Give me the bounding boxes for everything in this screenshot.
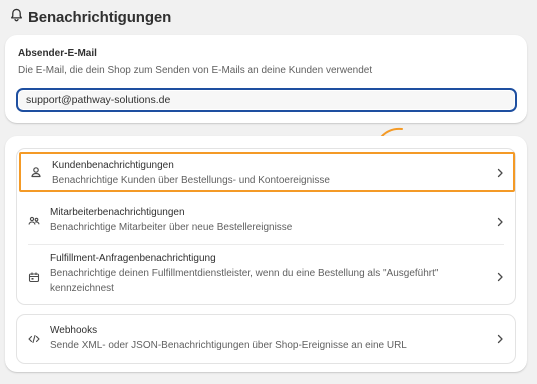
staff-notifications-row[interactable]: Mitarbeiterbenachrichtigungen Benachrich…	[17, 198, 515, 244]
page-header: Benachrichtigungen	[10, 6, 171, 28]
code-icon	[28, 333, 40, 345]
fulfillment-notifications-description: Benachrichtige deinen Fulfillmentdienstl…	[50, 268, 439, 279]
fulfillment-notifications-title: Fulfillment-Anfragenbenachrichtigung	[50, 253, 216, 264]
sender-email-description: Die E-Mail, die dein Shop zum Senden von…	[18, 65, 373, 76]
sender-email-card: Absender-E-Mail Die E-Mail, die dein Sho…	[5, 35, 527, 123]
fulfillment-notifications-description-continued: kennzeichnest	[50, 283, 114, 294]
divider	[28, 244, 504, 245]
staff-notifications-description: Benachrichtige Mitarbeiter über neue Bes…	[50, 222, 293, 233]
staff-notifications-title: Mitarbeiterbenachrichtigungen	[50, 207, 185, 218]
staff-icon	[28, 215, 40, 227]
person-icon	[30, 166, 42, 178]
customer-notifications-description: Benachrichtige Kunden über Bestellungs- …	[52, 175, 330, 186]
customer-notifications-title: Kundenbenachrichtigungen	[52, 160, 174, 171]
sender-email-label: Absender-E-Mail	[18, 48, 97, 59]
webhooks-description: Sende XML- oder JSON-Benachrichtigungen …	[50, 340, 407, 351]
customer-notifications-row[interactable]: Kundenbenachrichtigungen Benachrichtige …	[19, 152, 515, 192]
chevron-right-icon	[496, 168, 504, 178]
notification-group: Kundenbenachrichtigungen Benachrichtige …	[16, 148, 516, 305]
chevron-right-icon	[496, 334, 504, 344]
chevron-right-icon	[496, 272, 504, 282]
fulfillment-icon	[28, 271, 40, 283]
notifications-card: Kundenbenachrichtigungen Benachrichtige …	[5, 136, 527, 372]
sender-email-input[interactable]	[16, 88, 517, 112]
webhooks-row[interactable]: Webhooks Sende XML- oder JSON-Benachrich…	[17, 315, 515, 363]
chevron-right-icon	[496, 217, 504, 227]
webhooks-group: Webhooks Sende XML- oder JSON-Benachrich…	[16, 314, 516, 364]
bell-icon	[10, 8, 23, 27]
page-title: Benachrichtigungen	[28, 8, 172, 26]
fulfillment-notifications-row[interactable]: Fulfillment-Anfragenbenachrichtigung Ben…	[17, 247, 515, 305]
webhooks-title: Webhooks	[50, 325, 98, 336]
